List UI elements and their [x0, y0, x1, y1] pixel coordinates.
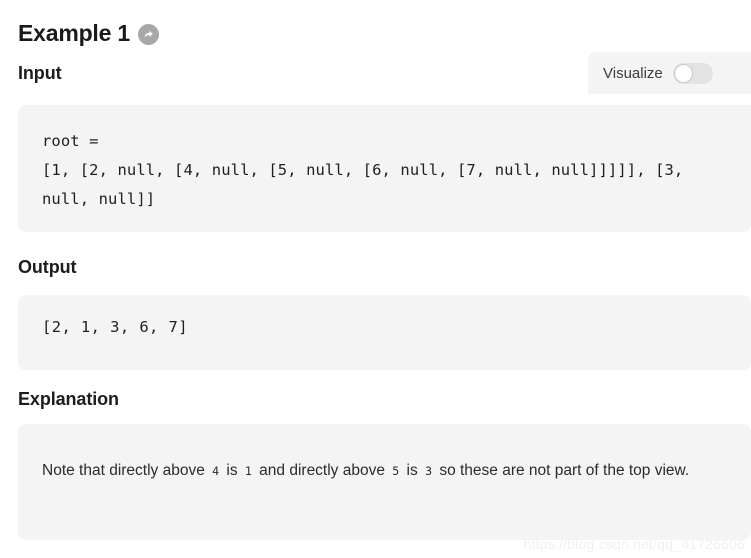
explanation-code-3: 5 [392, 464, 400, 478]
toggle-knob [673, 63, 693, 83]
explanation-code-4: 3 [425, 464, 432, 478]
explanation-section-label: Explanation [18, 389, 119, 409]
visualize-panel[interactable]: Visualize [588, 52, 751, 94]
explanation-panel: Note that directly above 4 is 1 and dire… [18, 424, 751, 540]
input-section-label: Input [18, 63, 62, 83]
explanation-code-1: 4 [212, 464, 220, 478]
output-section-label: Output [18, 257, 77, 277]
explanation-part-1: Note that directly above [42, 462, 205, 479]
visualize-label: Visualize [603, 64, 663, 82]
explanation-part-4: is [406, 462, 418, 479]
input-code: root = [1, [2, null, [4, null, [5, null,… [42, 132, 684, 208]
visualize-toggle[interactable] [672, 62, 713, 84]
explanation-part-3: and directly above [259, 462, 385, 479]
page-title: Example 1 [18, 20, 130, 46]
explanation-part-5: so these are not part of the top view. [439, 462, 690, 479]
example-page: Example 1 Visualize Input root = [1, [2,… [0, 0, 751, 558]
input-code-panel: root = [1, [2, null, [4, null, [5, null,… [18, 105, 751, 232]
example-heading: Example 1 [18, 18, 159, 48]
explanation-part-2: is [226, 462, 238, 479]
output-code: [2, 1, 3, 6, 7] [42, 318, 188, 336]
output-code-panel: [2, 1, 3, 6, 7] [18, 295, 751, 370]
share-arrow-icon[interactable] [138, 23, 159, 45]
explanation-code-2: 1 [244, 464, 252, 478]
explanation-text: Note that directly above 4 is 1 and dire… [42, 454, 727, 488]
